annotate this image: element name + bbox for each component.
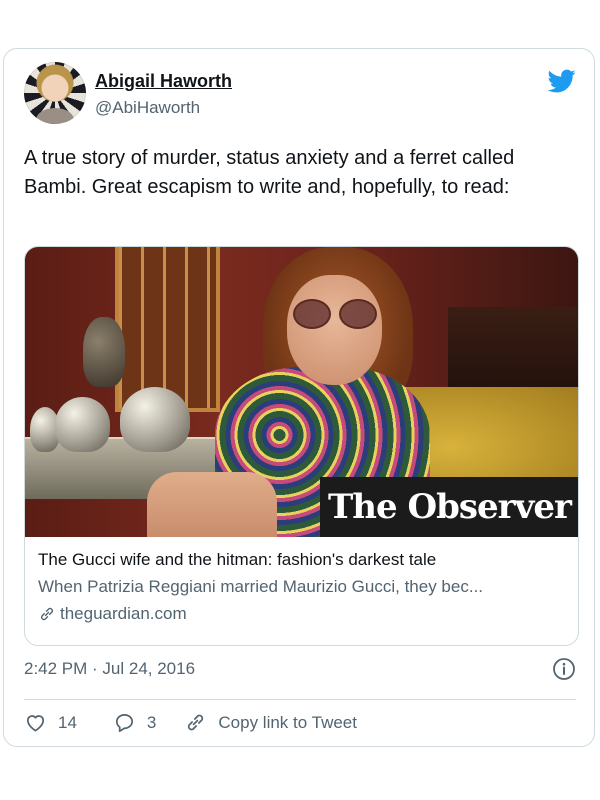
copy-link-label: Copy link to Tweet [218, 712, 357, 732]
copy-link-button[interactable]: Copy link to Tweet [184, 711, 357, 734]
info-icon[interactable] [552, 657, 576, 681]
heart-icon [26, 715, 45, 732]
link-domain: theguardian.com [60, 604, 187, 623]
action-bar: 14 3 Copy link to Tweet [24, 711, 357, 734]
reply-count: 3 [146, 712, 157, 732]
divider [24, 699, 576, 700]
link-preview-card[interactable]: The Observer The Gucci wife and the hitm… [24, 246, 579, 646]
link-domain-row: theguardian.com [38, 604, 568, 624]
link-description: When Patrizia Reggiani married Maurizio … [38, 577, 484, 596]
twitter-bird-icon[interactable] [546, 67, 578, 95]
reply-button[interactable]: 3 [113, 711, 156, 734]
publication-logo: The Observer [328, 487, 572, 527]
author-name[interactable]: Abigail Haworth [95, 71, 232, 92]
link-title: The Gucci wife and the hitman: fashion's… [38, 550, 437, 569]
author-handle[interactable]: @AbiHaworth [95, 98, 200, 118]
like-count: 14 [58, 712, 77, 732]
tweet-timestamp[interactable]: 2:42 PM · Jul 24, 2016 [24, 659, 195, 679]
copy-link-icon [188, 714, 204, 731]
reply-icon [115, 714, 133, 732]
like-button[interactable]: 14 [24, 711, 77, 734]
tweet-text: A true story of murder, status anxiety a… [24, 147, 515, 198]
link-info[interactable]: The Gucci wife and the hitman: fashion's… [38, 550, 568, 624]
link-icon [41, 607, 53, 621]
tweet-card: Abigail Haworth @AbiHaworth A true story… [3, 48, 595, 747]
avatar[interactable] [24, 62, 86, 124]
link-preview-image[interactable]: The Observer [25, 247, 578, 537]
